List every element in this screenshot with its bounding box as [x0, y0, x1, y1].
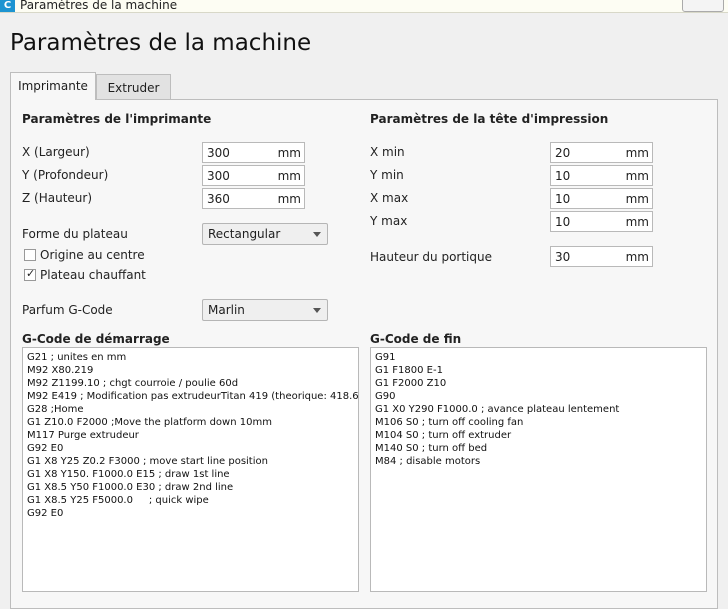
build-plate-shape-select[interactable]: Rectangular [202, 223, 328, 245]
y-min-value: 10 [555, 169, 571, 183]
cura-app-icon: C [0, 0, 15, 12]
x-max-unit: mm [625, 192, 649, 206]
settings-panel: Paramètres de l'imprimante X (Largeur) 3… [10, 99, 718, 609]
build-plate-shape-label: Forme du plateau [22, 227, 128, 241]
gantry-height-value: 30 [555, 250, 571, 264]
y-depth-value: 300 [207, 169, 230, 183]
chevron-down-icon [313, 232, 321, 237]
gantry-height-label: Hauteur du portique [370, 250, 492, 264]
z-height-label: Z (Hauteur) [22, 191, 93, 205]
gantry-height-input[interactable]: 30 mm [550, 246, 653, 267]
heated-bed-label: Plateau chauffant [40, 268, 146, 282]
gcode-flavor-value: Marlin [208, 303, 245, 317]
y-min-input[interactable]: 10 mm [550, 165, 653, 186]
gcode-flavor-select[interactable]: Marlin [202, 299, 328, 321]
build-plate-shape-value: Rectangular [208, 227, 281, 241]
x-width-input[interactable]: 300 mm [202, 142, 305, 163]
origin-center-checkbox[interactable] [24, 249, 36, 261]
gcode-flavor-label: Parfum G-Code [22, 303, 113, 317]
window-title: Paramètres de la machine [20, 0, 178, 12]
x-max-input[interactable]: 10 mm [550, 188, 653, 209]
y-max-input[interactable]: 10 mm [550, 211, 653, 232]
y-max-value: 10 [555, 215, 571, 229]
start-gcode-title: G-Code de démarrage [22, 332, 170, 346]
y-depth-unit: mm [277, 169, 301, 183]
printhead-settings-title: Paramètres de la tête d'impression [370, 112, 609, 126]
start-gcode-textarea[interactable]: G21 ; unites en mm M92 X80.219 M92 Z1199… [22, 347, 359, 592]
x-max-label: X max [370, 191, 409, 205]
x-min-label: X min [370, 145, 405, 159]
tab-imprimante[interactable]: Imprimante [10, 72, 96, 100]
close-button[interactable] [682, 0, 724, 12]
x-width-label: X (Largeur) [22, 145, 90, 159]
end-gcode-textarea[interactable]: G91 G1 F1800 E-1 G1 F2000 Z10 G90 G1 X0 … [370, 347, 707, 592]
window-titlebar: C Paramètres de la machine [0, 0, 728, 13]
x-width-unit: mm [277, 146, 301, 160]
end-gcode-title: G-Code de fin [370, 332, 462, 346]
z-height-input[interactable]: 360 mm [202, 188, 305, 209]
z-height-unit: mm [277, 192, 301, 206]
y-min-label: Y min [370, 168, 404, 182]
chevron-down-icon [313, 308, 321, 313]
checkmark-icon: ✓ [26, 267, 36, 280]
x-min-value: 20 [555, 146, 571, 160]
y-depth-label: Y (Profondeur) [22, 168, 109, 182]
z-height-value: 360 [207, 192, 230, 206]
y-max-unit: mm [625, 215, 649, 229]
dialog-title: Paramètres de la machine [10, 30, 312, 56]
y-min-unit: mm [625, 169, 649, 183]
x-width-value: 300 [207, 146, 230, 160]
tab-extruder[interactable]: Extruder [96, 74, 171, 100]
x-min-input[interactable]: 20 mm [550, 142, 653, 163]
printer-settings-title: Paramètres de l'imprimante [22, 112, 212, 126]
gantry-height-unit: mm [625, 250, 649, 264]
origin-center-label: Origine au centre [40, 248, 145, 262]
y-depth-input[interactable]: 300 mm [202, 165, 305, 186]
x-min-unit: mm [625, 146, 649, 160]
x-max-value: 10 [555, 192, 571, 206]
y-max-label: Y max [370, 214, 408, 228]
heated-bed-checkbox[interactable]: ✓ [24, 267, 36, 281]
